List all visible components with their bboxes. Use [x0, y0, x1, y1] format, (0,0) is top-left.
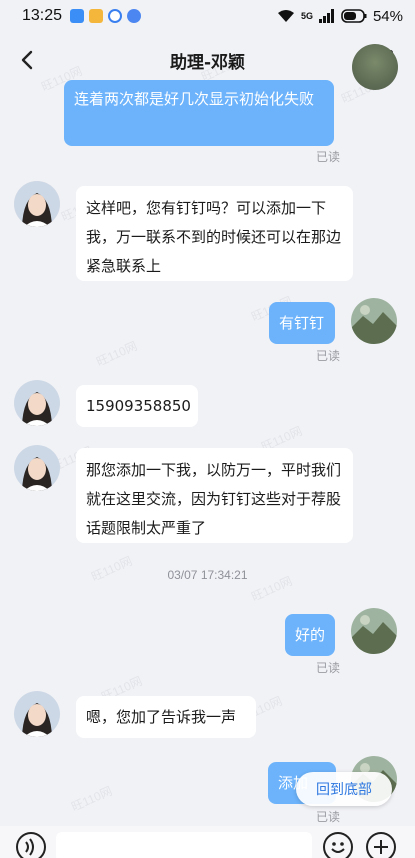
self-avatar[interactable] — [351, 608, 397, 654]
self-avatar[interactable] — [352, 44, 398, 90]
message-bubble-outgoing[interactable]: 有钉钉 — [269, 302, 335, 344]
read-receipt: 已读 — [316, 349, 341, 363]
self-avatar[interactable] — [351, 298, 397, 344]
voice-icon — [25, 838, 34, 856]
emoji-button[interactable] — [323, 832, 353, 858]
read-receipt: 已读 — [316, 810, 341, 824]
watermark: 旺110网 — [94, 338, 140, 370]
yellow-app-icon — [89, 9, 104, 23]
person-icon — [14, 691, 60, 737]
person-icon — [14, 380, 60, 426]
message-bubble-incoming[interactable]: 那您添加一下我，以防万一，平时我们就在这里交流，因为钉钉这些对于荐股话题限制太严… — [76, 448, 353, 543]
status-bar: 13:25 5G 54% — [0, 0, 415, 32]
status-right: 5G 54% — [277, 8, 403, 25]
read-receipt: 已读 — [316, 150, 341, 164]
contact-avatar[interactable] — [14, 691, 60, 737]
message-bubble-incoming[interactable]: 这样吧，您有钉钉吗？可以添加一下我，万一联系不到的时候还可以在那边紧急联系上 — [76, 186, 353, 281]
battery-icon — [341, 9, 367, 23]
input-bar — [0, 826, 415, 858]
compass-app-icon — [127, 9, 142, 23]
page-title: 助理-邓颖 — [169, 52, 246, 73]
contact-avatar[interactable] — [14, 380, 60, 426]
read-receipt: 已读 — [316, 661, 341, 675]
emoji-icon — [331, 842, 345, 853]
contact-avatar[interactable] — [14, 445, 60, 491]
signal-icon — [318, 9, 334, 23]
landscape-icon — [351, 608, 397, 654]
wifi-icon — [277, 10, 294, 22]
person-icon — [14, 181, 60, 227]
back-button[interactable] — [14, 46, 42, 74]
battery-level: 54% — [372, 7, 403, 25]
network-label: 5G — [300, 11, 313, 21]
blue-app-icon — [70, 9, 85, 23]
message-timestamp: 03/07 17:34:21 — [167, 568, 248, 582]
contact-avatar[interactable] — [14, 181, 60, 227]
status-time: 13:25 — [22, 7, 63, 24]
watermark: 旺110网 — [69, 783, 115, 815]
chevron-left-icon — [21, 50, 33, 70]
message-input[interactable] — [56, 832, 312, 858]
voice-button[interactable] — [16, 832, 46, 858]
scroll-to-bottom-button[interactable]: 回到底部 — [296, 772, 392, 806]
message-bubble-outgoing[interactable]: 连着两次都是好几次显示初始化失败 — [64, 80, 334, 146]
more-actions-button[interactable] — [366, 832, 396, 858]
plus-icon — [374, 840, 388, 854]
message-bubble-incoming[interactable]: 15909358850 — [76, 385, 198, 427]
person-icon — [14, 445, 60, 491]
message-bubble-incoming[interactable]: 嗯，您加了告诉我一声 — [76, 696, 256, 738]
message-bubble-outgoing[interactable]: 好的 — [285, 614, 335, 656]
landscape-icon — [351, 298, 397, 344]
c-app-icon — [108, 9, 123, 23]
